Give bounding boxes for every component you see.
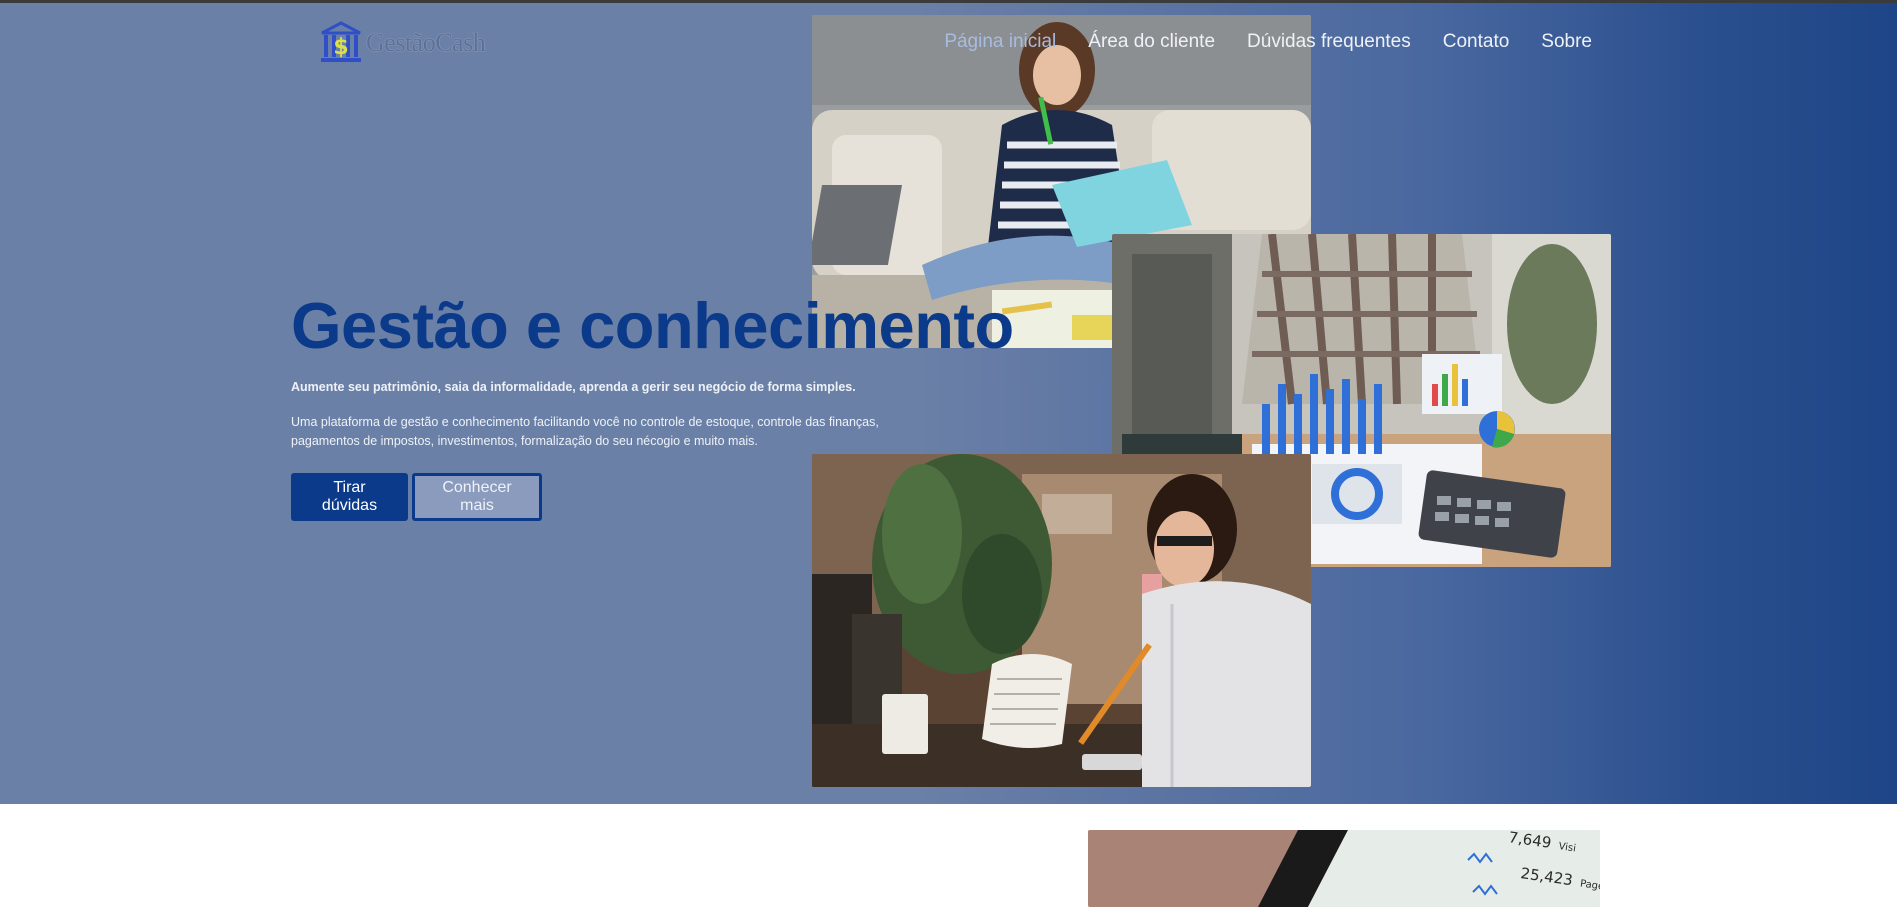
logo-text: GestãoCash (366, 28, 486, 57)
learn-more-button[interactable]: Conhecer mais (412, 473, 542, 521)
ask-questions-button[interactable]: Tirar dúvidas (291, 473, 408, 521)
bank-dollar-icon: $ (321, 21, 361, 62)
site-logo[interactable]: $ GestãoCash (318, 21, 486, 65)
nav-link-contact[interactable]: Contato (1443, 31, 1510, 53)
hero-photo-woman-receipts (812, 454, 1311, 787)
main-nav: Página inicial Área do cliente Dúvidas f… (944, 31, 1592, 53)
nav-link-faq[interactable]: Dúvidas frequentes (1247, 31, 1411, 53)
hero-description: Uma plataforma de gestão e conhecimento … (291, 415, 879, 448)
svg-text:$: $ (333, 35, 348, 60)
nav-link-client-area[interactable]: Área do cliente (1088, 31, 1215, 53)
hero-title: Gestão e conhecimento (291, 289, 1014, 362)
nav-link-home[interactable]: Página inicial (944, 31, 1056, 53)
hero-subtitle: Aumente seu patrimônio, saia da informal… (291, 380, 856, 394)
nav-link-about[interactable]: Sobre (1541, 31, 1592, 53)
hero-section: $ GestãoCash Página inicial Área do clie… (0, 3, 1897, 804)
dashboard-stats-photo: 7,649 Visi 25,423 Pagevi (1088, 830, 1600, 907)
